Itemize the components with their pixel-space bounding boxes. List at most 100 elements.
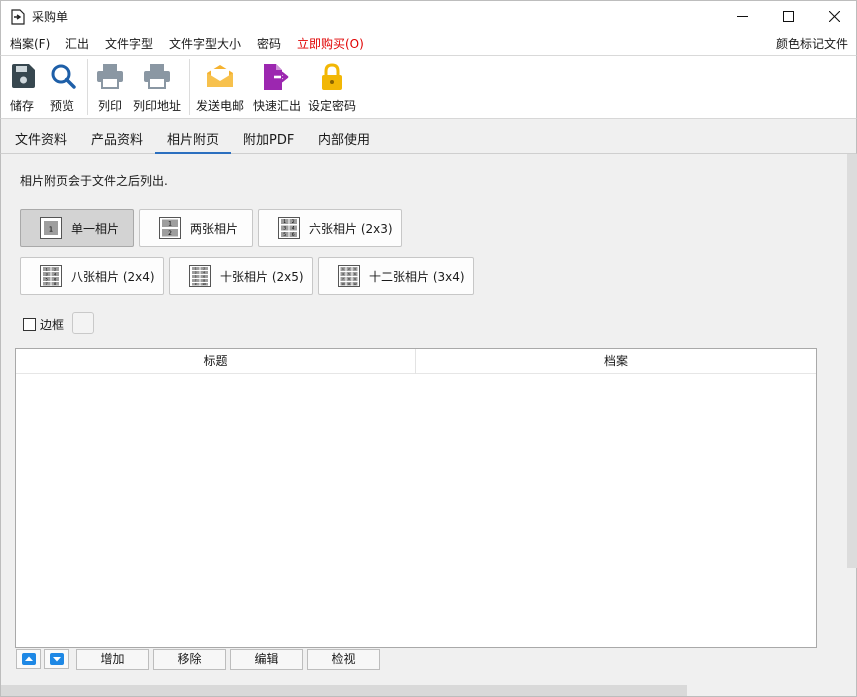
menu-buy-now[interactable]: 立即购买(O) <box>297 35 364 52</box>
table-actions: 增加 移除 编辑 检视 <box>15 648 817 672</box>
print-address-label: 列印地址 <box>132 99 181 113</box>
printer-icon <box>97 64 123 89</box>
tab-attach-pdf[interactable]: 附加PDF <box>243 129 294 148</box>
set-password-label: 设定密码 <box>307 99 356 113</box>
save-icon <box>12 64 35 88</box>
border-label: 边框 <box>40 318 65 332</box>
add-button[interactable]: 增加 <box>76 649 149 670</box>
table-header: 标题 档案 <box>16 349 816 374</box>
maximize-button[interactable] <box>765 1 811 31</box>
svg-text:4: 4 <box>292 226 295 232</box>
border-checkbox[interactable] <box>23 318 36 331</box>
file-export-icon <box>264 64 289 90</box>
layout-single-photo-button[interactable]: 1 单一相片 <box>20 209 134 247</box>
layout-six-photos-button[interactable]: 12 34 56 六张相片 (2x3) <box>258 209 402 247</box>
save-button[interactable]: 储存 <box>3 56 41 118</box>
eight-photos-icon: 12 34 56 78 <box>40 265 62 287</box>
edit-button[interactable]: 编辑 <box>230 649 303 670</box>
svg-text:10: 10 <box>202 282 206 286</box>
print-button[interactable]: 列印 <box>92 56 128 118</box>
padlock-icon <box>322 63 342 90</box>
svg-text:1: 1 <box>168 221 172 228</box>
toolbar: 储存 预览 列印 列印地址 发送电邮 快速汇出 设定密码 <box>0 55 857 118</box>
layout-eight-photos-button[interactable]: 12 34 56 78 八张相片 (2x4) <box>20 257 164 295</box>
menu-color-tag-file[interactable]: 颜色标记文件 <box>776 35 848 52</box>
horizontal-scrollbar[interactable] <box>1 685 687 696</box>
tab-strip: 文件资料 产品资料 相片附页 附加PDF 内部使用 <box>0 118 857 154</box>
layout-ten-photos-label: 十张相片 (2x5) <box>220 269 304 284</box>
window-title: 采购单 <box>32 10 69 24</box>
tab-product-info[interactable]: 产品资料 <box>91 129 143 148</box>
move-down-button[interactable] <box>44 649 69 669</box>
quick-export-button[interactable]: 快速汇出 <box>250 56 304 118</box>
menu-file[interactable]: 档案(F) <box>10 35 50 52</box>
vertical-scrollbar[interactable] <box>847 154 857 568</box>
envelope-icon <box>207 65 233 87</box>
app-document-icon <box>11 9 25 25</box>
layout-eight-photos-label: 八张相片 (2x4) <box>71 269 155 284</box>
svg-text:1: 1 <box>49 226 53 234</box>
print-address-button[interactable]: 列印地址 <box>129 56 185 118</box>
layout-twelve-photos-label: 十二张相片 (3x4) <box>369 269 465 284</box>
send-email-button[interactable]: 发送电邮 <box>193 56 247 118</box>
photo-table: 标题 档案 <box>15 348 817 648</box>
svg-text:6: 6 <box>292 232 295 238</box>
photo-pages-note: 相片附页会于文件之后列出. <box>20 174 168 188</box>
menu-font[interactable]: 文件字型 <box>105 35 153 52</box>
quick-export-label: 快速汇出 <box>252 99 301 113</box>
svg-text:2: 2 <box>168 230 172 237</box>
border-color-button[interactable] <box>72 312 94 334</box>
layout-two-photos-label: 两张相片 <box>190 221 239 236</box>
send-email-label: 发送电邮 <box>195 99 244 113</box>
layout-single-photo-label: 单一相片 <box>71 221 120 236</box>
menu-font-size[interactable]: 文件字型大小 <box>169 35 241 52</box>
svg-text:1: 1 <box>283 219 286 225</box>
layout-ten-photos-button[interactable]: 12 34 56 78 9 10 十张相片 (2x5) <box>169 257 313 295</box>
preview-button[interactable]: 预览 <box>44 56 80 118</box>
print-label: 列印 <box>97 99 122 113</box>
title-bar: 采购单 <box>0 0 857 31</box>
layout-two-photos-button[interactable]: 1 2 两张相片 <box>139 209 253 247</box>
border-option: 边框 <box>23 316 64 333</box>
close-button[interactable] <box>811 1 857 31</box>
view-button[interactable]: 检视 <box>307 649 380 670</box>
svg-text:3: 3 <box>283 226 286 232</box>
layout-twelve-photos-button[interactable]: 123 456 789 10 11 12 十二张相片 (3x4) <box>318 257 474 295</box>
minimize-icon <box>736 15 748 17</box>
svg-text:7: 7 <box>46 282 48 286</box>
svg-text:2: 2 <box>54 267 56 271</box>
svg-text:12: 12 <box>353 282 357 286</box>
photo-pages-panel: 相片附页会于文件之后列出. 1 单一相片 1 2 两张相片 12 34 56 六… <box>0 154 857 697</box>
svg-text:9: 9 <box>195 282 197 286</box>
svg-text:5: 5 <box>283 232 286 238</box>
tab-photo-pages[interactable]: 相片附页 <box>167 129 219 148</box>
toolbar-separator <box>87 59 88 115</box>
svg-text:11: 11 <box>347 282 351 286</box>
remove-button[interactable]: 移除 <box>153 649 226 670</box>
two-photos-icon: 1 2 <box>159 217 181 239</box>
svg-text:10: 10 <box>341 282 345 286</box>
minimize-button[interactable] <box>719 1 765 31</box>
preview-label: 预览 <box>49 99 74 113</box>
close-icon <box>828 10 840 22</box>
menu-password[interactable]: 密码 <box>257 35 281 52</box>
tab-document-info[interactable]: 文件资料 <box>15 129 67 148</box>
svg-text:1: 1 <box>46 267 48 271</box>
set-password-button[interactable]: 设定密码 <box>306 56 358 118</box>
column-header-file[interactable]: 档案 <box>416 349 816 374</box>
tab-internal-use[interactable]: 内部使用 <box>318 129 370 148</box>
single-photo-icon: 1 <box>40 217 62 239</box>
arrow-up-icon <box>21 653 36 665</box>
save-label: 储存 <box>9 99 34 113</box>
svg-text:2: 2 <box>292 219 295 225</box>
layout-six-photos-label: 六张相片 (2x3) <box>309 221 393 236</box>
printer-icon <box>144 64 170 89</box>
menu-bar: 档案(F) 汇出 文件字型 文件字型大小 密码 立即购买(O) 颜色标记文件 <box>0 31 857 55</box>
column-header-title[interactable]: 标题 <box>16 349 416 374</box>
maximize-icon <box>782 10 794 22</box>
arrow-down-icon <box>49 653 64 665</box>
twelve-photos-icon: 123 456 789 10 11 12 <box>338 265 360 287</box>
ten-photos-icon: 12 34 56 78 9 10 <box>189 265 211 287</box>
move-up-button[interactable] <box>16 649 41 669</box>
menu-export[interactable]: 汇出 <box>65 35 89 52</box>
